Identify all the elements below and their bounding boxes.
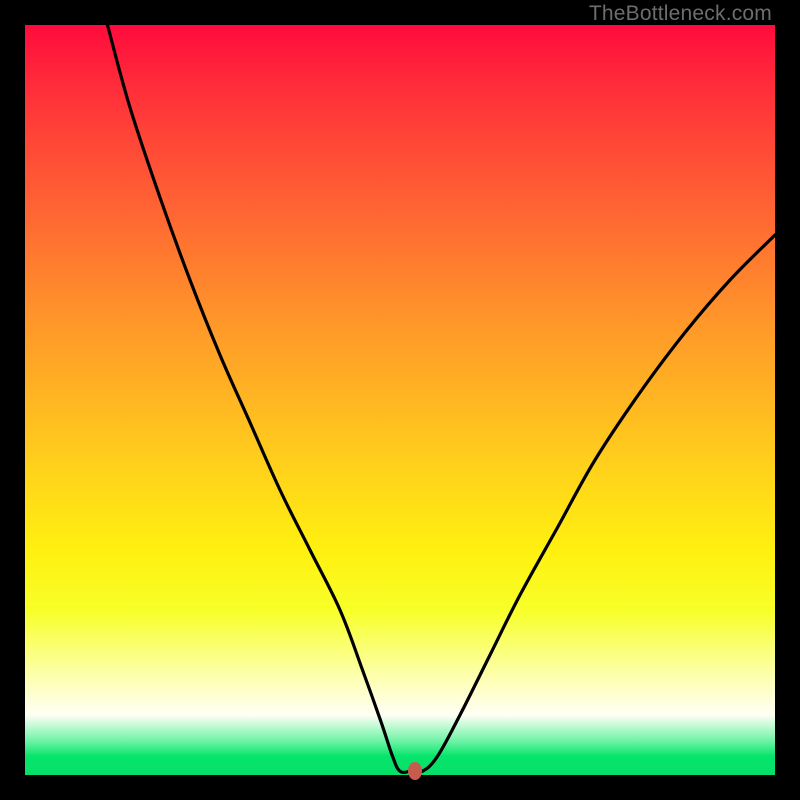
watermark-text: TheBottleneck.com xyxy=(589,2,772,26)
optimal-point-marker xyxy=(408,762,422,780)
chart-frame: TheBottleneck.com xyxy=(0,0,800,800)
curve-svg xyxy=(25,25,775,775)
plot-area xyxy=(25,25,775,775)
bottleneck-curve xyxy=(108,25,776,772)
